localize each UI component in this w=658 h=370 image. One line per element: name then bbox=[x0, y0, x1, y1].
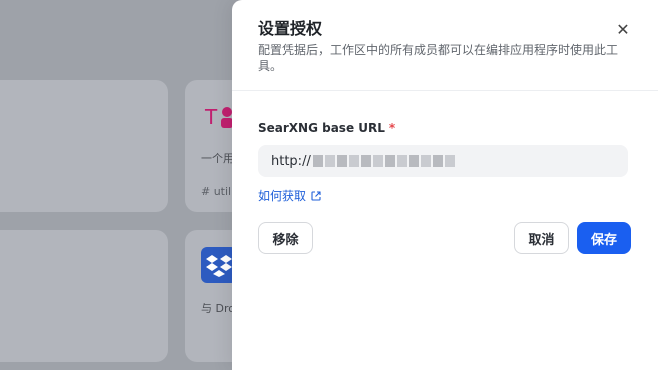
background-tool-card bbox=[0, 80, 168, 212]
field-label-text: SearXNG base URL bbox=[258, 121, 385, 135]
field-label: SearXNG base URL * bbox=[258, 121, 636, 135]
modal-header: 设置授权 配置凭据后，工作区中的所有成员都可以在编排应用程序时使用此工具。 ✕ bbox=[232, 0, 658, 91]
background-dropbox-description: 与 Dro bbox=[201, 302, 235, 315]
authorization-modal: 设置授权 配置凭据后，工作区中的所有成员都可以在编排应用程序时使用此工具。 ✕ … bbox=[232, 0, 658, 370]
save-button[interactable]: 保存 bbox=[577, 222, 631, 254]
redacted-url-mask bbox=[312, 155, 457, 167]
translate-tool-icon: T bbox=[203, 100, 235, 132]
background-card-description: 一个用 bbox=[201, 152, 234, 165]
cancel-button[interactable]: 取消 bbox=[514, 222, 569, 254]
modal-subtitle: 配置凭据后，工作区中的所有成员都可以在编排应用程序时使用此工具。 bbox=[258, 43, 619, 73]
svg-text:T: T bbox=[204, 105, 218, 129]
how-to-get-label: 如何获取 bbox=[258, 189, 307, 203]
required-mark: * bbox=[388, 121, 396, 135]
close-icon[interactable]: ✕ bbox=[614, 20, 632, 39]
background-card-tag: # util bbox=[201, 185, 232, 198]
background-tool-card bbox=[0, 230, 168, 362]
modal-body: SearXNG base URL * http:// 如何获取 bbox=[232, 91, 658, 204]
modal-actions: 移除 取消 保存 bbox=[258, 222, 631, 254]
modal-title: 设置授权 bbox=[258, 19, 323, 38]
external-link-icon bbox=[311, 190, 321, 201]
remove-button[interactable]: 移除 bbox=[258, 222, 313, 254]
how-to-get-link[interactable]: 如何获取 bbox=[258, 187, 322, 204]
base-url-value: http:// bbox=[271, 153, 311, 169]
base-url-input[interactable]: http:// bbox=[258, 145, 628, 177]
